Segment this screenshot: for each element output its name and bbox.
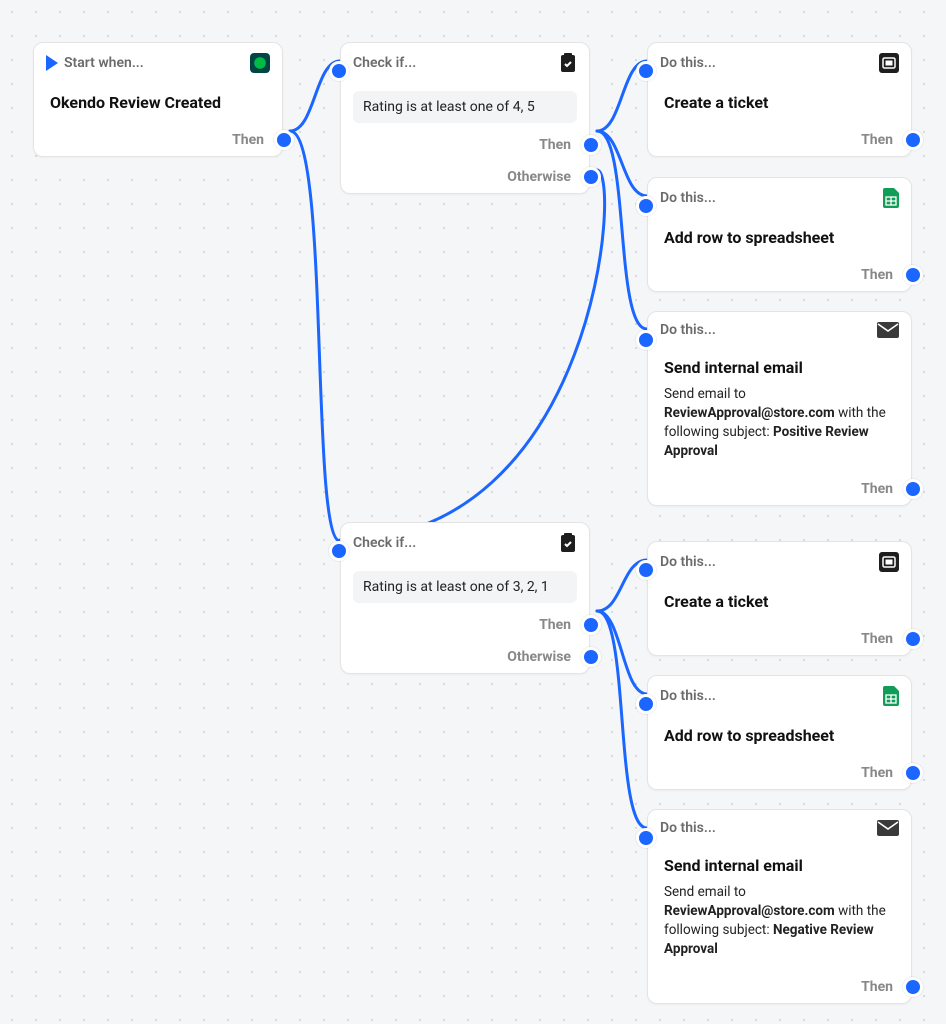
okendo-icon	[250, 53, 270, 73]
connector-port-in[interactable]	[636, 694, 656, 714]
port-then[interactable]: Then	[341, 129, 589, 161]
action-add-row-1[interactable]: Do this... Add row to spreadsheet Then	[647, 177, 912, 292]
trigger-title: Okendo Review Created	[46, 91, 270, 118]
clipboard-check-icon	[559, 53, 577, 73]
action-email-positive[interactable]: Do this... Send internal email Send emai…	[647, 311, 912, 506]
action-description: Send email to ReviewApproval@store.com w…	[660, 385, 899, 467]
trigger-node[interactable]: Start when... Okendo Review Created Then	[33, 42, 283, 157]
workflow-canvas[interactable]: Start when... Okendo Review Created Then…	[0, 0, 946, 1024]
action-header-label: Do this...	[660, 55, 716, 71]
connector-port[interactable]	[903, 763, 923, 783]
port-then[interactable]: Then	[648, 124, 911, 156]
action-description: Send email to ReviewApproval@store.com w…	[660, 883, 899, 965]
condition-node-1[interactable]: Check if... Rating is at least one of 4,…	[340, 42, 590, 194]
connector-port[interactable]	[581, 135, 601, 155]
port-then[interactable]: Then	[648, 623, 911, 655]
connector-port-in[interactable]	[329, 541, 349, 561]
port-otherwise[interactable]: Otherwise	[341, 161, 589, 193]
port-then[interactable]: Then	[648, 757, 911, 789]
action-header-label: Do this...	[660, 554, 716, 570]
ticket-icon	[879, 552, 899, 572]
clipboard-check-icon	[559, 533, 577, 553]
action-title: Create a ticket	[660, 590, 899, 617]
connector-port[interactable]	[903, 130, 923, 150]
connector-port[interactable]	[903, 479, 923, 499]
trigger-header-label: Start when...	[64, 55, 144, 71]
play-icon	[46, 55, 58, 71]
condition-rule: Rating is at least one of 4, 5	[353, 91, 577, 123]
connector-port-in[interactable]	[329, 61, 349, 81]
action-header-label: Do this...	[660, 190, 716, 206]
action-header-label: Do this...	[660, 322, 716, 338]
action-title: Send internal email	[660, 356, 899, 383]
ticket-icon	[879, 53, 899, 73]
mail-icon	[877, 322, 899, 338]
action-header-label: Do this...	[660, 688, 716, 704]
port-then[interactable]: Then	[648, 473, 911, 505]
port-then[interactable]: Then	[648, 259, 911, 291]
connector-port-in[interactable]	[636, 61, 656, 81]
sheets-icon	[883, 686, 899, 706]
sheets-icon	[883, 188, 899, 208]
port-then[interactable]: Then	[648, 971, 911, 1003]
connector-port-in[interactable]	[636, 828, 656, 848]
connector-port[interactable]	[581, 615, 601, 635]
condition-header-label: Check if...	[353, 55, 416, 71]
condition-node-2[interactable]: Check if... Rating is at least one of 3,…	[340, 522, 590, 674]
action-add-row-2[interactable]: Do this... Add row to spreadsheet Then	[647, 675, 912, 790]
port-otherwise[interactable]: Otherwise	[341, 641, 589, 673]
connector-port[interactable]	[581, 647, 601, 667]
action-create-ticket-1[interactable]: Do this... Create a ticket Then	[647, 42, 912, 157]
action-create-ticket-2[interactable]: Do this... Create a ticket Then	[647, 541, 912, 656]
mail-icon	[877, 820, 899, 836]
connector-port[interactable]	[903, 265, 923, 285]
action-title: Send internal email	[660, 854, 899, 881]
action-title: Create a ticket	[660, 91, 899, 118]
port-then[interactable]: Then	[341, 609, 589, 641]
condition-rule: Rating is at least one of 3, 2, 1	[353, 571, 577, 603]
connector-port-in[interactable]	[636, 330, 656, 350]
connector-port[interactable]	[903, 977, 923, 997]
connector-port-in[interactable]	[636, 560, 656, 580]
connector-port[interactable]	[903, 629, 923, 649]
connector-port[interactable]	[274, 130, 294, 150]
action-email-negative[interactable]: Do this... Send internal email Send emai…	[647, 809, 912, 1004]
connector-port-in[interactable]	[636, 196, 656, 216]
connector-port[interactable]	[581, 167, 601, 187]
condition-header-label: Check if...	[353, 535, 416, 551]
port-then[interactable]: Then	[34, 124, 282, 156]
action-title: Add row to spreadsheet	[660, 724, 899, 751]
action-header-label: Do this...	[660, 820, 716, 836]
action-title: Add row to spreadsheet	[660, 226, 899, 253]
